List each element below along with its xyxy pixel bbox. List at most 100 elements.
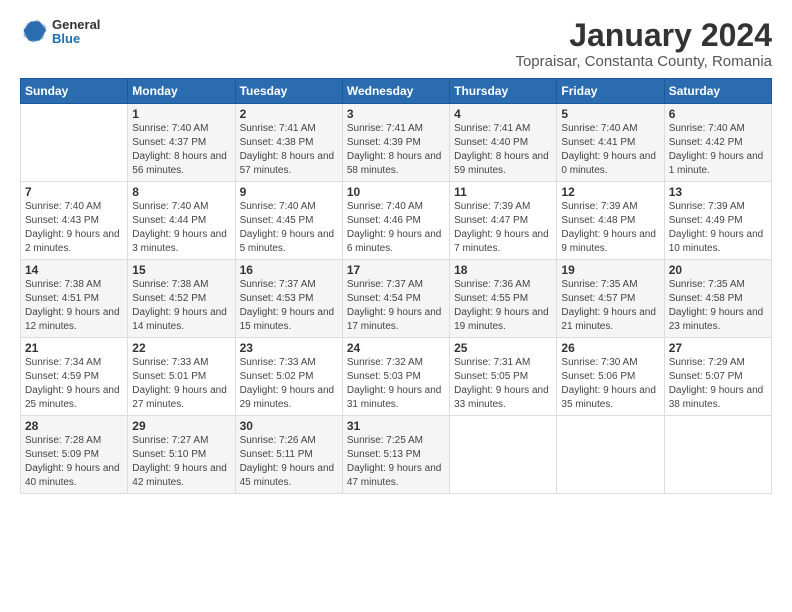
calendar-week-4: 28Sunrise: 7:28 AMSunset: 5:09 PMDayligh… xyxy=(21,416,772,494)
cell-content: Sunrise: 7:30 AMSunset: 5:06 PMDaylight:… xyxy=(561,356,659,412)
calendar-cell: 31Sunrise: 7:25 AMSunset: 5:13 PMDayligh… xyxy=(342,416,449,494)
day-number: 6 xyxy=(669,107,767,121)
day-number: 21 xyxy=(25,341,123,355)
day-number: 9 xyxy=(240,185,338,199)
day-number: 3 xyxy=(347,107,445,121)
cell-content: Sunrise: 7:29 AMSunset: 5:07 PMDaylight:… xyxy=(669,356,767,412)
day-number: 14 xyxy=(25,263,123,277)
day-number: 29 xyxy=(132,419,230,433)
day-number: 2 xyxy=(240,107,338,121)
cell-content: Sunrise: 7:34 AMSunset: 4:59 PMDaylight:… xyxy=(25,356,123,412)
day-number: 4 xyxy=(454,107,552,121)
cell-content: Sunrise: 7:40 AMSunset: 4:44 PMDaylight:… xyxy=(132,200,230,256)
day-number: 24 xyxy=(347,341,445,355)
calendar-cell: 9Sunrise: 7:40 AMSunset: 4:45 PMDaylight… xyxy=(235,182,342,260)
calendar-cell: 23Sunrise: 7:33 AMSunset: 5:02 PMDayligh… xyxy=(235,338,342,416)
day-number: 20 xyxy=(669,263,767,277)
calendar-cell: 20Sunrise: 7:35 AMSunset: 4:58 PMDayligh… xyxy=(664,260,771,338)
calendar-cell: 7Sunrise: 7:40 AMSunset: 4:43 PMDaylight… xyxy=(21,182,128,260)
logo-text: General Blue xyxy=(52,18,100,47)
logo-blue: Blue xyxy=(52,32,100,46)
cell-content: Sunrise: 7:36 AMSunset: 4:55 PMDaylight:… xyxy=(454,278,552,334)
main-title: January 2024 xyxy=(515,18,772,53)
cell-content: Sunrise: 7:25 AMSunset: 5:13 PMDaylight:… xyxy=(347,434,445,490)
logo: General Blue xyxy=(20,18,100,47)
cell-content: Sunrise: 7:40 AMSunset: 4:37 PMDaylight:… xyxy=(132,122,230,178)
day-number: 12 xyxy=(561,185,659,199)
logo-icon xyxy=(20,18,48,46)
calendar-cell: 12Sunrise: 7:39 AMSunset: 4:48 PMDayligh… xyxy=(557,182,664,260)
col-sunday: Sunday xyxy=(21,79,128,104)
day-number: 25 xyxy=(454,341,552,355)
calendar-cell: 26Sunrise: 7:30 AMSunset: 5:06 PMDayligh… xyxy=(557,338,664,416)
calendar-cell: 8Sunrise: 7:40 AMSunset: 4:44 PMDaylight… xyxy=(128,182,235,260)
calendar-cell: 14Sunrise: 7:38 AMSunset: 4:51 PMDayligh… xyxy=(21,260,128,338)
day-number: 1 xyxy=(132,107,230,121)
cell-content: Sunrise: 7:40 AMSunset: 4:45 PMDaylight:… xyxy=(240,200,338,256)
logo-general: General xyxy=(52,18,100,32)
cell-content: Sunrise: 7:41 AMSunset: 4:39 PMDaylight:… xyxy=(347,122,445,178)
day-number: 23 xyxy=(240,341,338,355)
cell-content: Sunrise: 7:37 AMSunset: 4:54 PMDaylight:… xyxy=(347,278,445,334)
cell-content: Sunrise: 7:40 AMSunset: 4:41 PMDaylight:… xyxy=(561,122,659,178)
calendar-cell: 2Sunrise: 7:41 AMSunset: 4:38 PMDaylight… xyxy=(235,104,342,182)
day-number: 26 xyxy=(561,341,659,355)
cell-content: Sunrise: 7:39 AMSunset: 4:49 PMDaylight:… xyxy=(669,200,767,256)
col-monday: Monday xyxy=(128,79,235,104)
calendar-cell: 27Sunrise: 7:29 AMSunset: 5:07 PMDayligh… xyxy=(664,338,771,416)
calendar-week-0: 1Sunrise: 7:40 AMSunset: 4:37 PMDaylight… xyxy=(21,104,772,182)
subtitle: Topraisar, Constanta County, Romania xyxy=(515,53,772,70)
calendar-cell xyxy=(664,416,771,494)
col-tuesday: Tuesday xyxy=(235,79,342,104)
col-thursday: Thursday xyxy=(450,79,557,104)
cell-content: Sunrise: 7:35 AMSunset: 4:57 PMDaylight:… xyxy=(561,278,659,334)
day-number: 17 xyxy=(347,263,445,277)
cell-content: Sunrise: 7:40 AMSunset: 4:43 PMDaylight:… xyxy=(25,200,123,256)
day-number: 10 xyxy=(347,185,445,199)
calendar-cell: 15Sunrise: 7:38 AMSunset: 4:52 PMDayligh… xyxy=(128,260,235,338)
cell-content: Sunrise: 7:27 AMSunset: 5:10 PMDaylight:… xyxy=(132,434,230,490)
calendar-cell: 24Sunrise: 7:32 AMSunset: 5:03 PMDayligh… xyxy=(342,338,449,416)
header: General Blue January 2024 Topraisar, Con… xyxy=(20,18,772,70)
calendar-cell: 5Sunrise: 7:40 AMSunset: 4:41 PMDaylight… xyxy=(557,104,664,182)
cell-content: Sunrise: 7:41 AMSunset: 4:40 PMDaylight:… xyxy=(454,122,552,178)
calendar-cell xyxy=(21,104,128,182)
calendar-cell: 30Sunrise: 7:26 AMSunset: 5:11 PMDayligh… xyxy=(235,416,342,494)
col-friday: Friday xyxy=(557,79,664,104)
cell-content: Sunrise: 7:39 AMSunset: 4:47 PMDaylight:… xyxy=(454,200,552,256)
title-block: January 2024 Topraisar, Constanta County… xyxy=(515,18,772,70)
calendar-cell: 13Sunrise: 7:39 AMSunset: 4:49 PMDayligh… xyxy=(664,182,771,260)
calendar-cell: 1Sunrise: 7:40 AMSunset: 4:37 PMDaylight… xyxy=(128,104,235,182)
day-number: 19 xyxy=(561,263,659,277)
calendar-cell: 25Sunrise: 7:31 AMSunset: 5:05 PMDayligh… xyxy=(450,338,557,416)
day-number: 22 xyxy=(132,341,230,355)
cell-content: Sunrise: 7:40 AMSunset: 4:46 PMDaylight:… xyxy=(347,200,445,256)
calendar-cell: 29Sunrise: 7:27 AMSunset: 5:10 PMDayligh… xyxy=(128,416,235,494)
cell-content: Sunrise: 7:38 AMSunset: 4:52 PMDaylight:… xyxy=(132,278,230,334)
cell-content: Sunrise: 7:35 AMSunset: 4:58 PMDaylight:… xyxy=(669,278,767,334)
col-saturday: Saturday xyxy=(664,79,771,104)
calendar-cell: 11Sunrise: 7:39 AMSunset: 4:47 PMDayligh… xyxy=(450,182,557,260)
day-number: 15 xyxy=(132,263,230,277)
day-number: 18 xyxy=(454,263,552,277)
cell-content: Sunrise: 7:28 AMSunset: 5:09 PMDaylight:… xyxy=(25,434,123,490)
cell-content: Sunrise: 7:38 AMSunset: 4:51 PMDaylight:… xyxy=(25,278,123,334)
header-row: Sunday Monday Tuesday Wednesday Thursday… xyxy=(21,79,772,104)
day-number: 11 xyxy=(454,185,552,199)
calendar-cell: 18Sunrise: 7:36 AMSunset: 4:55 PMDayligh… xyxy=(450,260,557,338)
calendar-cell xyxy=(557,416,664,494)
calendar-cell: 6Sunrise: 7:40 AMSunset: 4:42 PMDaylight… xyxy=(664,104,771,182)
calendar-cell: 21Sunrise: 7:34 AMSunset: 4:59 PMDayligh… xyxy=(21,338,128,416)
day-number: 30 xyxy=(240,419,338,433)
day-number: 13 xyxy=(669,185,767,199)
cell-content: Sunrise: 7:33 AMSunset: 5:02 PMDaylight:… xyxy=(240,356,338,412)
calendar-cell: 28Sunrise: 7:28 AMSunset: 5:09 PMDayligh… xyxy=(21,416,128,494)
calendar-cell: 3Sunrise: 7:41 AMSunset: 4:39 PMDaylight… xyxy=(342,104,449,182)
page-container: General Blue January 2024 Topraisar, Con… xyxy=(0,0,792,504)
day-number: 5 xyxy=(561,107,659,121)
calendar-cell: 16Sunrise: 7:37 AMSunset: 4:53 PMDayligh… xyxy=(235,260,342,338)
calendar-cell: 17Sunrise: 7:37 AMSunset: 4:54 PMDayligh… xyxy=(342,260,449,338)
cell-content: Sunrise: 7:31 AMSunset: 5:05 PMDaylight:… xyxy=(454,356,552,412)
cell-content: Sunrise: 7:41 AMSunset: 4:38 PMDaylight:… xyxy=(240,122,338,178)
cell-content: Sunrise: 7:39 AMSunset: 4:48 PMDaylight:… xyxy=(561,200,659,256)
